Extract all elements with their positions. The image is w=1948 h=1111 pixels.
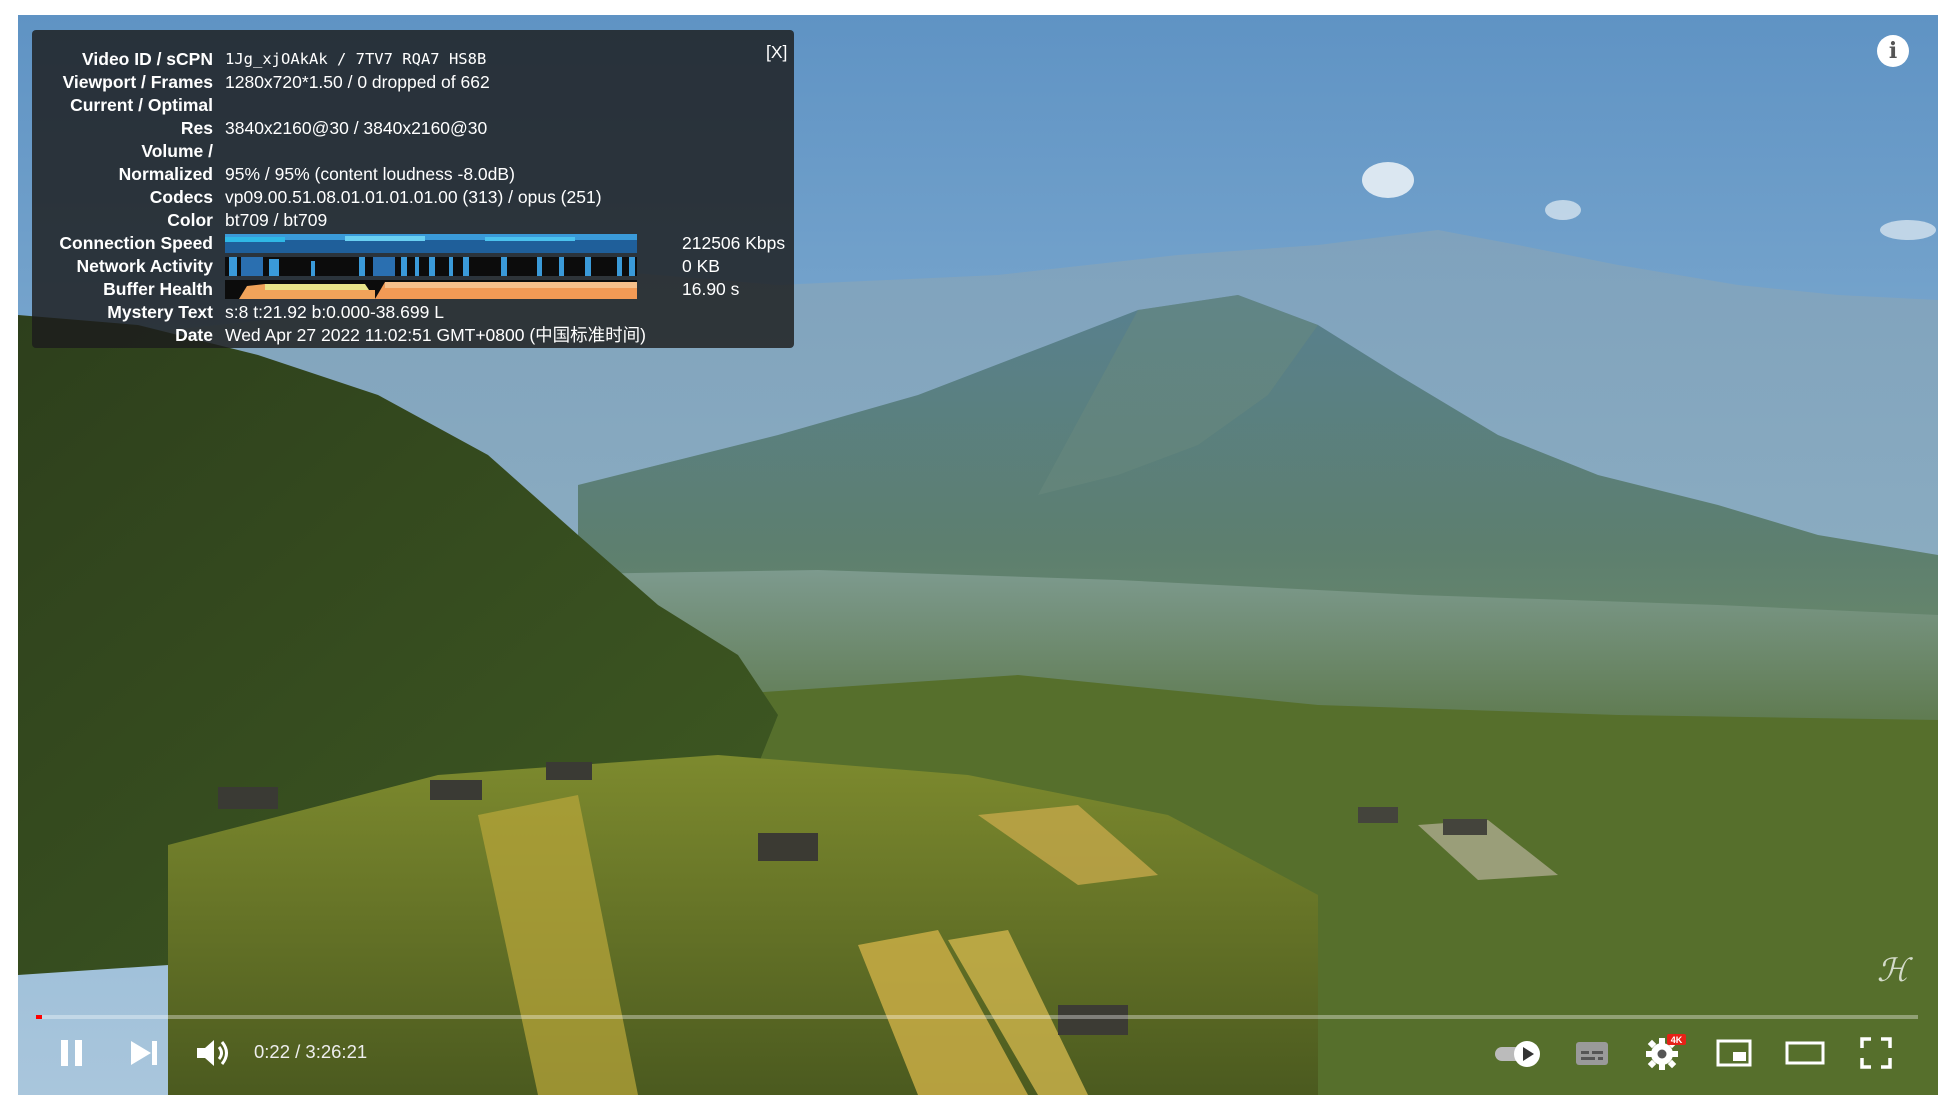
volume-icon (197, 1040, 228, 1066)
channel-watermark[interactable]: ℋ (1877, 951, 1909, 989)
time-display: 0:22 / 3:26:21 (254, 1041, 368, 1062)
video-player[interactable]: [X] Video ID / sCPN 1Jg_xjOAkAk / 7TV7 R… (18, 15, 1938, 1095)
stats-label: Connection Speed (59, 233, 213, 253)
stats-value: s:8 t:21.92 b:0.000-38.699 L (225, 302, 444, 322)
stats-label: Color (167, 210, 213, 230)
network-activity-graph (225, 257, 637, 276)
stats-value: 16.90 s (682, 279, 740, 299)
stats-label: Codecs (149, 187, 213, 207)
progress-bar[interactable] (36, 1015, 1918, 1019)
stats-value: bt709 / bt709 (225, 210, 328, 230)
stats-close-button[interactable]: [X] (766, 42, 787, 63)
miniplayer-button[interactable] (1714, 1033, 1754, 1073)
autoplay-toggle-icon (1495, 1041, 1540, 1067)
stats-value: 1280x720*1.50 / 0 dropped of 662 (225, 72, 490, 92)
stats-label: Viewport / Frames (62, 72, 213, 92)
subtitles-icon (1576, 1042, 1608, 1065)
settings-button[interactable]: 4K (1642, 1033, 1686, 1073)
stats-label: Current / Optimal (70, 95, 213, 115)
stats-row-network-activity: Network Activity 0 KB (32, 255, 794, 278)
stats-value: vp09.00.51.08.01.01.01.01.00 (313) / opu… (225, 187, 602, 207)
progress-played (36, 1015, 42, 1019)
settings-icon: 4K (1646, 1034, 1686, 1070)
autoplay-toggle[interactable] (1492, 1033, 1546, 1073)
miniplayer-icon (1716, 1039, 1752, 1067)
stats-label: Buffer Health (103, 279, 213, 299)
stats-value: 0 KB (682, 256, 720, 276)
stats-label: Normalized (118, 164, 213, 184)
stats-value: 212506 Kbps (682, 233, 786, 253)
stats-row-buffer-health: Buffer Health 16.90 s (32, 278, 794, 301)
subtitles-button[interactable] (1572, 1033, 1612, 1073)
stats-value: 95% / 95% (content loudness -8.0dB) (225, 164, 515, 184)
stats-label: Volume / (141, 141, 213, 161)
stats-value: 1Jg_xjOAkAk / 7TV7 RQA7 HS8B (225, 50, 487, 68)
stats-label: Res (180, 118, 213, 138)
stats-label: Date (175, 325, 213, 345)
info-icon[interactable]: i (1877, 35, 1909, 67)
connection-speed-graph (225, 234, 637, 253)
pause-button[interactable] (52, 1033, 92, 1073)
next-button[interactable] (124, 1033, 164, 1073)
stats-label: Network Activity (76, 256, 213, 276)
volume-button[interactable] (192, 1033, 236, 1073)
buffer-health-graph (225, 280, 637, 299)
stats-row-connection-speed: Connection Speed 212506 Kbps (32, 232, 794, 255)
quality-badge: 4K (1671, 1035, 1683, 1045)
stats-label: Video ID / sCPN (82, 49, 213, 69)
pause-icon (61, 1040, 82, 1066)
stats-value: 3840x2160@30 / 3840x2160@30 (225, 118, 488, 138)
theater-mode-icon (1785, 1041, 1825, 1065)
next-icon (131, 1041, 157, 1065)
stats-for-nerds-panel: [X] Video ID / sCPN 1Jg_xjOAkAk / 7TV7 R… (32, 30, 794, 348)
stats-value: Wed Apr 27 2022 11:02:51 GMT+0800 (中国标准时… (225, 325, 647, 345)
theater-mode-button[interactable] (1784, 1033, 1826, 1073)
fullscreen-button[interactable] (1856, 1033, 1896, 1073)
stats-label: Mystery Text (107, 302, 213, 322)
fullscreen-icon (1860, 1037, 1892, 1069)
